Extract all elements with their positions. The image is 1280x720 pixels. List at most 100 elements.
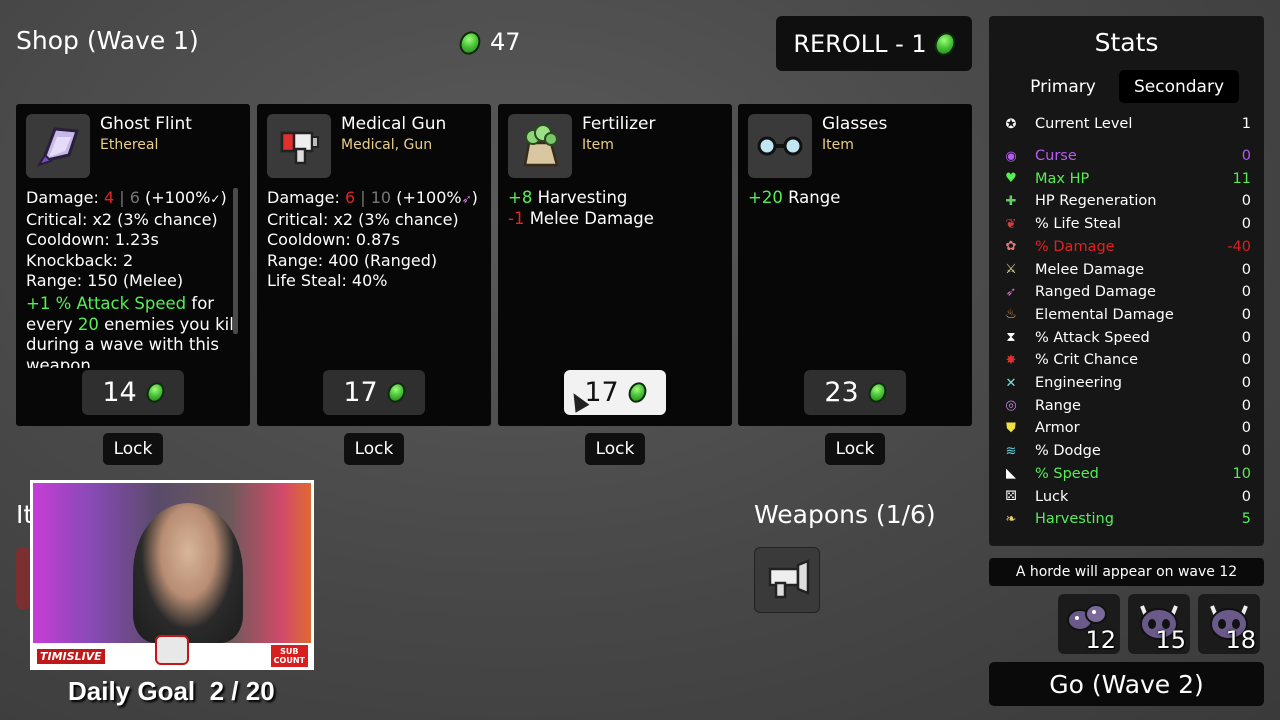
buy-button[interactable]: 14 [82,370,184,415]
stat-label: % Speed [1035,465,1099,482]
stat-row[interactable]: ✪ Current Level 1 [1001,113,1251,135]
stat-row[interactable]: ◣ % Speed 10 [1001,463,1251,485]
curse-icon: ◉ [1005,148,1017,164]
buy-button[interactable]: 17 [323,370,425,415]
glasses-icon [748,114,812,178]
stat-row[interactable]: ✚ HP Regeneration 0 [1001,190,1251,212]
stat-row[interactable]: ❦ % Life Steal 0 [1001,213,1251,235]
stat-label: Range [1035,397,1081,414]
boot-icon: ◣ [1006,466,1016,482]
crit-icon: ✸ [1005,352,1017,368]
enemy-count: 15 [1155,626,1186,654]
enemy-preview: 12 [1058,594,1120,654]
tab-secondary[interactable]: Secondary [1119,70,1239,103]
stat-row[interactable]: ♨ Elemental Damage 0 [1001,304,1251,326]
lock-button[interactable]: Lock [103,433,163,465]
sub-label: SUB [280,647,299,656]
stat-row[interactable]: ❧ Harvesting 5 [1001,508,1251,530]
tab-primary[interactable]: Primary [1015,70,1111,103]
stat-label: Ranged Damage [1035,284,1156,301]
heart-icon: ♥ [1005,171,1017,187]
medical-gun-icon [768,559,810,599]
stat-value: 0 [1241,216,1251,233]
material-coin-icon [143,379,168,406]
horde-notice: A horde will appear on wave 12 [989,558,1264,586]
stat-row[interactable]: ≋ % Dodge 0 [1001,440,1251,462]
sword-icon: ⚔ [1005,262,1017,277]
reroll-button[interactable]: REROLL - 1 [776,16,972,71]
stat-label: Current Level [1035,116,1133,132]
price-value: 14 [102,377,137,408]
stat-label: HP Regeneration [1035,193,1157,210]
stat-row[interactable]: ✿ % Damage -40 [1001,236,1251,258]
stat-row[interactable]: ⚄ Luck 0 [1001,486,1251,508]
stat-text: | [114,188,130,207]
stat-value: 0 [1241,420,1251,437]
stat-label: Engineering [1035,375,1122,391]
stat-value: 10 [370,188,392,207]
stat-value: +8 [508,188,533,207]
description-scrollbar[interactable] [233,188,238,334]
daily-goal: Daily Goal 2 / 20 [68,676,275,706]
material-coin-icon [930,28,959,59]
shop-card-glasses[interactable]: Glasses Item +20 Range 23 [738,104,972,426]
stats-title: Stats [1094,28,1159,57]
stat-value: -40 [1227,238,1251,255]
stat-value: 0 [1241,193,1251,210]
enemy-count: 12 [1085,626,1116,654]
shield-icon: ⛊ [1006,420,1016,436]
stat-row[interactable]: ⚔ Melee Damage 0 [1001,259,1251,281]
item-stats: Damage: 4 | 6 (+100%✓) Critical: x2 (3% … [26,188,241,368]
stat-text: | [355,188,371,207]
stat-value: +20 [748,188,783,207]
shop-title: Shop (Wave 1) [16,26,199,55]
stat-row[interactable]: ◎ Range 0 [1001,395,1251,417]
stat-line: Range: 150 (Melee) [26,271,184,291]
go-next-wave-button[interactable]: Go (Wave 2) [989,662,1264,706]
wheat-icon: ❧ [1005,511,1017,527]
stat-label: Luck [1035,488,1069,505]
stat-row[interactable]: ⧗ % Attack Speed 0 [1001,327,1251,349]
stat-value: 5 [1241,511,1251,528]
stat-row[interactable]: ➶ Ranged Damage 0 [1001,281,1251,303]
stat-label: Armor [1035,420,1080,437]
stat-row[interactable]: ♥ Max HP 11 [1001,168,1251,190]
level-icon: ✪ [1005,116,1017,132]
stat-row[interactable]: ✸ % Crit Chance 0 [1001,349,1251,371]
stat-value: 0 [1241,284,1251,301]
shop-card-ghost-flint[interactable]: Ghost Flint Ethereal Damage: 4 | 6 (+100… [16,104,250,426]
buy-button[interactable]: 23 [804,370,906,415]
item-name: Medical Gun [341,114,447,134]
item-class: Item [582,137,614,153]
stat-line: Life Steal: 40% [267,271,388,291]
stat-label: % Attack Speed [1035,329,1150,346]
flame-icon: ♨ [1005,307,1017,323]
price-value: 23 [824,377,859,408]
stat-line: Cooldown: 0.87s [267,230,400,250]
stat-label: % Crit Chance [1035,352,1139,369]
stat-value: -1 [508,208,525,228]
stat-value: 0 [1241,329,1251,346]
brain-icon: ✿ [1005,239,1017,255]
stat-label: % Dodge [1035,443,1101,460]
stat-label: % Damage [1035,238,1115,255]
shop-card-medical-gun[interactable]: Medical Gun Medical, Gun Damage: 6 | 10 … [257,104,491,426]
lock-button[interactable]: Lock [585,433,645,465]
lock-button[interactable]: Lock [344,433,404,465]
stat-value: 0 [1241,375,1251,391]
weapon-slot-medical-gun[interactable] [754,547,820,613]
stat-value: 0 [1241,397,1251,414]
life-steal-icon: ❦ [1005,216,1017,232]
price-value: 17 [343,377,378,408]
sub-count-badge: SUB COUNT [270,645,308,667]
webcam-overlay: TIMISLIVE SUB COUNT [30,480,314,670]
stat-row[interactable]: ⛊ Armor 0 [1001,417,1251,439]
effect-text: +1 % Attack Speed for every 20 enemies y… [26,294,241,368]
enemy-count: 18 [1225,626,1256,654]
shop-card-fertilizer[interactable]: Fertilizer Item +8 Harvesting -1 Melee D… [498,104,732,426]
lock-button[interactable]: Lock [825,433,885,465]
stat-line: Range: 400 (Ranged) [267,250,438,270]
ghost-flint-icon [26,114,90,178]
stat-row[interactable]: ◉ Curse 0 [1001,145,1251,167]
stat-row[interactable]: ✕ Engineering 0 [1001,372,1251,394]
